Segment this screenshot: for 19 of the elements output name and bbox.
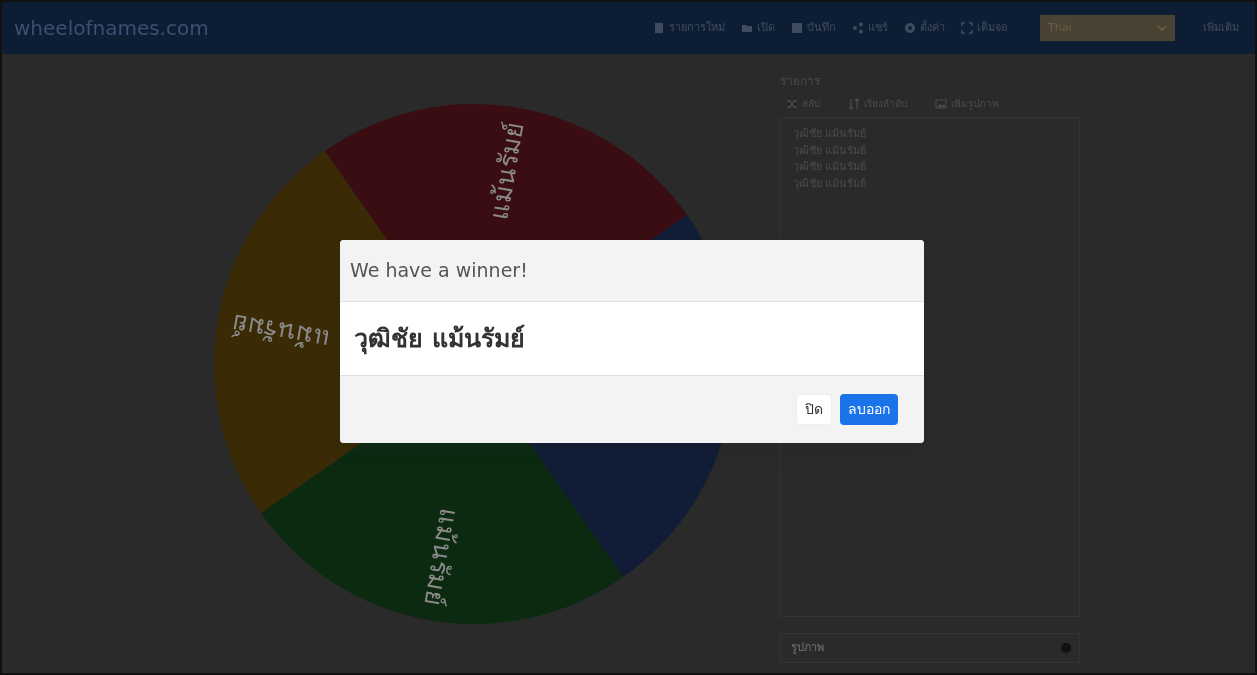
expand-icon	[961, 22, 973, 34]
remove-button[interactable]: ลบออก	[840, 394, 898, 425]
settings-icon	[904, 22, 916, 34]
image-input-field[interactable]: รูปภาพ	[780, 633, 1080, 663]
shuffle-icon	[786, 97, 798, 110]
sort-icon	[848, 97, 860, 110]
wheel-label: แม้นรัมย์	[483, 119, 530, 222]
image-input[interactable]: รูปภาพ	[789, 638, 938, 658]
close-button[interactable]: ปิด	[796, 394, 832, 425]
site-logo[interactable]: wheelofnames.com	[14, 13, 209, 43]
wheel-label: แม้นรัมย์	[229, 308, 332, 355]
dot-icon	[1061, 643, 1071, 653]
document-icon	[653, 22, 665, 34]
wheel-label: แม้นรัมย์	[418, 506, 465, 609]
image-icon	[935, 97, 947, 110]
caret-icon	[1157, 25, 1167, 31]
folder-icon	[741, 22, 753, 34]
dialog-title: We have a winner!	[340, 240, 924, 302]
share-icon	[852, 22, 864, 34]
